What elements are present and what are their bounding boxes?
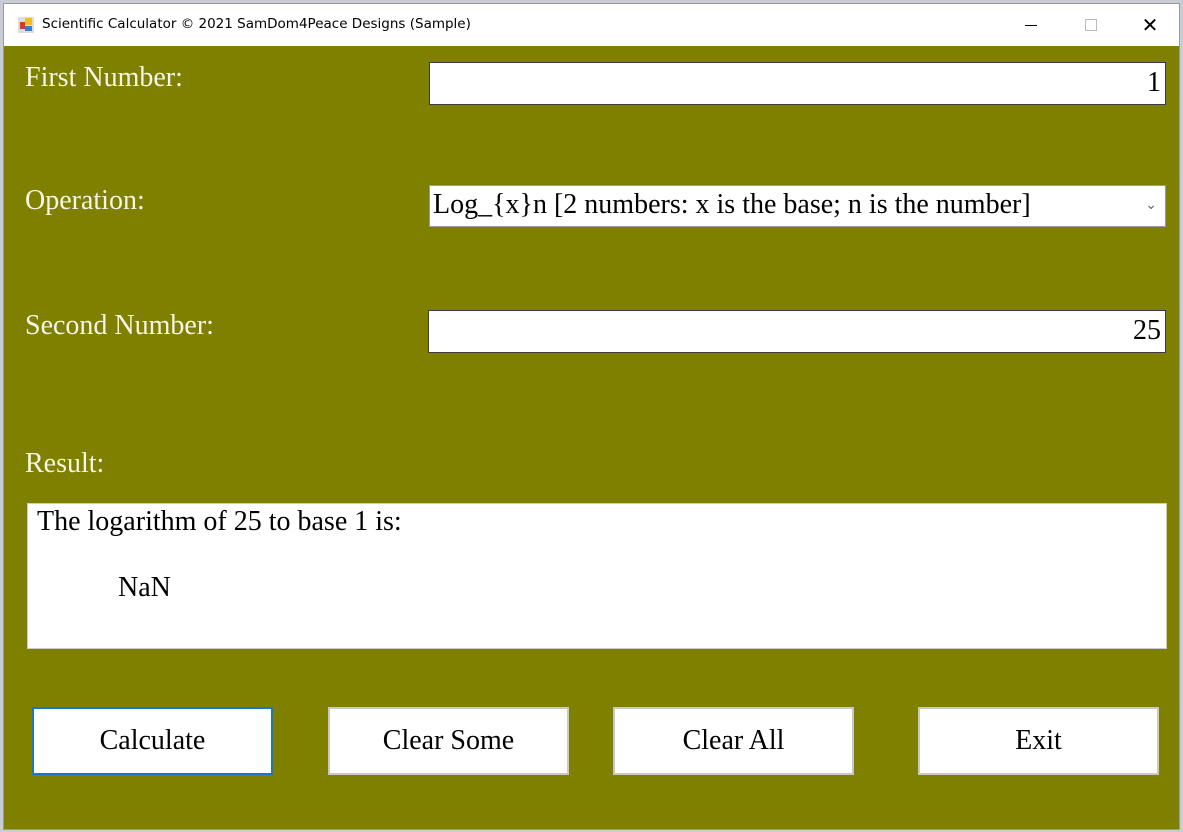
app-icon <box>18 17 34 33</box>
first-number-label: First Number: <box>25 62 183 93</box>
title-bar: Scientific Calculator © 2021 SamDom4Peac… <box>4 4 1179 46</box>
maximize-icon <box>1085 19 1097 31</box>
minimize-button[interactable] <box>1002 4 1060 46</box>
operation-label: Operation: <box>25 185 145 216</box>
result-box[interactable]: The logarithm of 25 to base 1 is: NaN <box>27 503 1167 649</box>
window-title: Scientific Calculator © 2021 SamDom4Peac… <box>42 16 471 32</box>
second-number-input[interactable]: 25 <box>428 310 1166 353</box>
clear-all-button[interactable]: Clear All <box>613 707 854 775</box>
calculator-window: Scientific Calculator © 2021 SamDom4Peac… <box>3 3 1180 830</box>
second-number-label: Second Number: <box>25 310 214 341</box>
close-button[interactable]: ✕ <box>1121 4 1179 46</box>
result-line-1: The logarithm of 25 to base 1 is: <box>37 506 402 537</box>
maximize-button[interactable] <box>1062 4 1120 46</box>
result-label: Result: <box>25 448 105 479</box>
operation-select[interactable]: Log_{x}n [2 numbers: x is the base; n is… <box>429 185 1166 227</box>
minimize-icon <box>1025 24 1037 26</box>
exit-button[interactable]: Exit <box>918 707 1159 775</box>
first-number-input[interactable]: 1 <box>429 62 1166 105</box>
calculate-button[interactable]: Calculate <box>32 707 273 775</box>
chevron-down-icon: ⌄ <box>1145 197 1157 213</box>
operation-selected: Log_{x}n [2 numbers: x is the base; n is… <box>433 189 1031 220</box>
close-icon: ✕ <box>1141 13 1159 37</box>
clear-some-button[interactable]: Clear Some <box>328 707 569 775</box>
result-value: NaN <box>118 572 171 603</box>
